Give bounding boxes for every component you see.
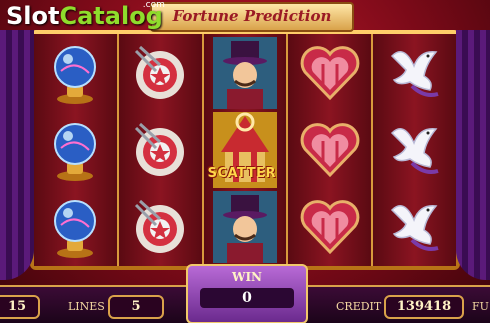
reel-1 (34, 34, 119, 266)
game-title: Fortune Prediction (172, 7, 332, 25)
dart-target-icon (119, 111, 202, 188)
dove-icon (373, 34, 456, 111)
lines-value[interactable]: 5 (108, 295, 164, 319)
dart-target-icon (119, 189, 202, 266)
magician-icon (204, 34, 287, 111)
reel-4 (288, 34, 374, 266)
scatter-symbol: SCATTER (204, 111, 287, 188)
crystal-ball-icon (34, 34, 117, 111)
crystal-ball-icon (34, 111, 117, 188)
bet-value[interactable]: 15 (0, 295, 40, 319)
reels: SCATTER (34, 34, 456, 266)
reel-3: SCATTER (203, 34, 289, 266)
crystal-ball-icon (34, 189, 117, 266)
magician-icon (204, 189, 287, 266)
scatter-label: SCATTER (207, 166, 276, 182)
watermark-slot: Slot (6, 2, 60, 30)
credit-value: 139418 (384, 295, 464, 319)
game-title-plate: Fortune Prediction (150, 2, 354, 32)
dart-target-icon (119, 34, 202, 111)
right-curtain (456, 30, 490, 280)
fun-label: FU (472, 300, 489, 313)
credit-label: CREDIT (336, 300, 382, 313)
game-stage: Slot Catalog .com Fortune Prediction SCA… (0, 0, 490, 323)
watermark: Slot Catalog .com (6, 0, 165, 36)
reel-2 (118, 34, 204, 266)
dove-icon (373, 189, 456, 266)
reel-frame: SCATTER (30, 30, 460, 270)
heart-box-icon (288, 34, 371, 111)
win-value: 0 (200, 288, 294, 308)
dove-icon (373, 111, 456, 188)
reel-5 (373, 34, 456, 266)
heart-box-icon (288, 111, 371, 188)
win-panel: WIN 0 (186, 264, 308, 323)
watermark-suffix: .com (142, 0, 165, 10)
left-curtain (0, 30, 34, 280)
win-label: WIN (231, 270, 263, 284)
lines-label: LINES (68, 300, 105, 313)
heart-box-icon (288, 189, 371, 266)
